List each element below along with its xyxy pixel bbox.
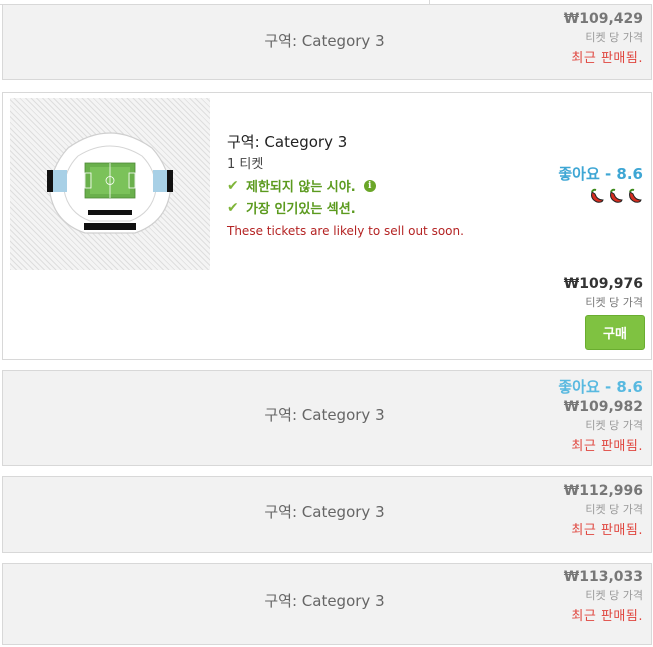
featured-price: ₩109,976	[563, 276, 643, 292]
per-ticket-label: 티켓 당 가격	[585, 503, 643, 516]
listing-price-block: 좋아요 - 8.6 ₩109,982 티켓 당 가격 최근 판매됨.	[558, 376, 643, 454]
stadium-map[interactable]	[10, 98, 210, 270]
listing-price: ₩113,033	[563, 569, 643, 585]
ticket-count: 1 티켓	[227, 157, 264, 172]
per-ticket-label: 티켓 당 가격	[585, 296, 643, 309]
listing-card[interactable]: 구역: Category 3 좋아요 - 8.6 ₩109,982 티켓 당 가…	[2, 370, 652, 466]
listing-price: ₩109,982	[563, 399, 643, 415]
listing-card[interactable]: 구역: Category 3 ₩112,996 티켓 당 가격 최근 판매됨.	[2, 476, 652, 553]
recently-sold-label: 최근 판매됨.	[571, 51, 643, 66]
listing-price-block: ₩113,033 티켓 당 가격 최근 판매됨.	[564, 569, 643, 624]
recently-sold-label: 최근 판매됨.	[571, 609, 643, 624]
featured-price-block: ₩109,976 티켓 당 가격	[564, 276, 643, 310]
stadium-map-icon	[47, 132, 173, 234]
featured-rating: 좋아요 - 8.6	[558, 163, 643, 204]
chili-pepper-icon	[610, 188, 623, 203]
rating-text: 좋아요 - 8.6	[558, 378, 643, 396]
per-ticket-label: 티켓 당 가격	[585, 31, 643, 44]
rating-text: 좋아요 - 8.6	[558, 165, 643, 183]
check-icon: ✔	[227, 199, 239, 216]
featured-info: 구역: Category 3 1 티켓 ✔ 제한되지 않는 시야. i ✔ 가장…	[227, 131, 464, 238]
feature-popular-section: ✔ 가장 인기있는 섹션.	[227, 198, 464, 218]
listing-section: 구역: Category 3	[264, 406, 385, 424]
listing-card[interactable]: 구역: Category 3 ₩109,429 티켓 당 가격 최근 판매됨.	[2, 4, 652, 80]
listing-section: 구역: Category 3	[264, 592, 385, 610]
sell-out-warning: These tickets are likely to sell out soo…	[227, 224, 464, 238]
featured-listing-card[interactable]: 구역: Category 3 1 티켓 ✔ 제한되지 않는 시야. i ✔ 가장…	[2, 92, 652, 360]
listing-section: 구역: Category 3	[264, 503, 385, 521]
listing-price-block: ₩112,996 티켓 당 가격 최근 판매됨.	[564, 483, 643, 538]
recently-sold-label: 최근 판매됨.	[571, 523, 643, 538]
ticket-listings-page: 구역: Category 3 ₩109,429 티켓 당 가격 최근 판매됨.	[0, 0, 653, 647]
chili-pepper-icon	[629, 188, 642, 203]
feature-text: 가장 인기있는 섹션.	[246, 202, 356, 217]
buy-button[interactable]: 구매	[585, 315, 645, 350]
per-ticket-label: 티켓 당 가격	[585, 589, 643, 602]
feature-unrestricted-view: ✔ 제한되지 않는 시야. i	[227, 176, 464, 195]
listing-section: 구역: Category 3	[264, 32, 385, 50]
recently-sold-label: 최근 판매됨.	[571, 439, 643, 454]
chili-pepper-icon	[591, 188, 604, 203]
feature-text: 제한되지 않는 시야.	[246, 180, 356, 195]
featured-section: 구역: Category 3	[227, 133, 348, 151]
listing-price-block: ₩109,429 티켓 당 가격 최근 판매됨.	[564, 11, 643, 66]
listing-card[interactable]: 구역: Category 3 ₩113,033 티켓 당 가격 최근 판매됨.	[2, 563, 652, 645]
per-ticket-label: 티켓 당 가격	[585, 419, 643, 432]
info-icon[interactable]: i	[363, 179, 376, 192]
listing-price: ₩112,996	[563, 483, 643, 499]
check-icon: ✔	[227, 177, 239, 194]
chili-rating	[558, 188, 643, 204]
listing-price: ₩109,429	[563, 11, 643, 27]
